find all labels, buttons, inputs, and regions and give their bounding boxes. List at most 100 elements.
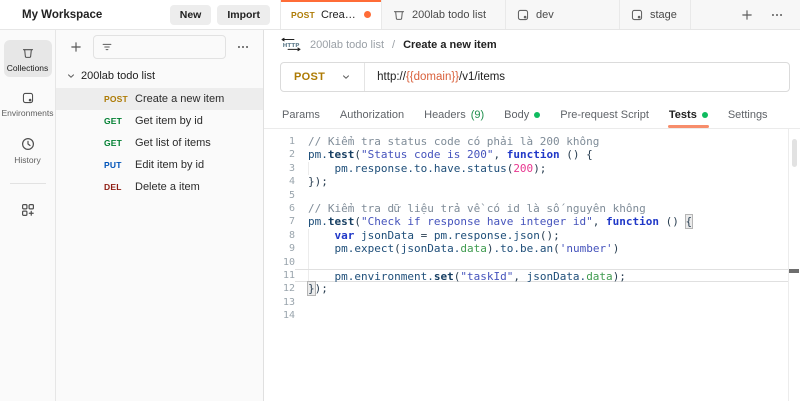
add-tab-button[interactable] — [736, 4, 758, 26]
breadcrumb-request-name[interactable]: Create a new item — [403, 39, 497, 51]
chevron-down-icon[interactable] — [66, 71, 76, 81]
url-text-segment: http:// — [377, 71, 406, 83]
chevron-down-icon — [341, 72, 351, 82]
code-line-9[interactable]: 9 pm.expect(jsonData.data).to.be.an('num… — [264, 242, 800, 256]
line-number: 12 — [282, 283, 295, 295]
scrollbar-thumb[interactable] — [792, 139, 797, 167]
request-tab-params[interactable]: Params — [272, 102, 330, 128]
tab-200lab-todo-list[interactable]: 200lab todo list — [382, 0, 506, 29]
line-number: 4 — [288, 176, 295, 188]
request-tab-label: Authorization — [339, 109, 405, 121]
indent-guide — [308, 242, 309, 256]
request-tab-label: Body — [504, 109, 530, 121]
line-number: 1 — [288, 136, 295, 147]
new-collection-button[interactable] — [66, 37, 86, 57]
code-line-6[interactable]: 6 // Kiểm tra dữ liệu trả về có id là số … — [264, 202, 800, 215]
tab-dev[interactable]: dev — [506, 0, 620, 29]
code-line-7[interactable]: 7 pm.test("Check if response have integer… — [264, 215, 800, 229]
request-item-get-item-by-id[interactable]: GET Get item by id — [56, 110, 263, 132]
request-method-label: DEL — [104, 182, 122, 192]
sidebar-rail: Collections Environments History — [0, 30, 56, 401]
import-button[interactable]: Import — [217, 4, 270, 25]
http-request-icon: HTTP — [280, 36, 302, 53]
tab-label: Create a new item — [320, 8, 357, 21]
code-line-8[interactable]: 8 var jsonData = pm.response.json(); — [264, 228, 800, 243]
code-line-3[interactable]: 3 pm.response.to.have.status(200); — [264, 161, 800, 176]
request-name: Delete a item — [135, 181, 200, 193]
rail-item-history[interactable]: History — [4, 130, 52, 169]
collection-name: 200lab todo list — [81, 70, 155, 82]
code-line-11[interactable]: 11 pm.environment.set("taskId", jsonData… — [264, 268, 800, 283]
code-line-14[interactable]: 14 — [264, 309, 800, 322]
code-line-4[interactable]: 4}); — [264, 175, 800, 188]
line-content: pm.test("Check if response have integer … — [308, 215, 693, 229]
url-row: POST http://{{domain}}/v1/items — [264, 59, 800, 102]
request-tab-body[interactable]: Body — [494, 102, 550, 128]
request-list: POST Create a new item GET Get item by id GE… — [56, 88, 263, 198]
method-select[interactable]: POST — [281, 63, 364, 91]
svg-text:HTTP: HTTP — [283, 43, 300, 49]
indent-guide — [308, 269, 309, 282]
filter-input[interactable] — [93, 35, 226, 59]
tab-label: 200lab todo list — [412, 8, 486, 21]
line-number: 14 — [282, 310, 295, 322]
request-tab-authorization[interactable]: Authorization — [330, 102, 414, 128]
code-line-10[interactable]: 10 — [264, 255, 800, 269]
rail-item-environments[interactable]: Environments — [2, 85, 53, 122]
postman-app: My Workspace New Import POST Create a new… — [0, 0, 800, 401]
code-line-12[interactable]: 12}); — [264, 282, 800, 296]
top-bar: My Workspace New Import POST Create a new… — [0, 0, 800, 30]
request-tab-tests[interactable]: Tests — [659, 102, 718, 128]
tab-stage[interactable]: stage — [620, 0, 691, 29]
tab-strip: POST Create a new item 200lab todo list dev… — [280, 0, 724, 29]
rail-item-more-panels[interactable] — [4, 196, 52, 222]
sidebar-options-button[interactable] — [233, 37, 253, 57]
code-line-13[interactable]: 13 — [264, 296, 800, 309]
request-tab-pre-request-script[interactable]: Pre-request Script — [550, 102, 659, 128]
tests-code-editor[interactable]: 1 // Kiểm tra status code có phải là 200 … — [264, 129, 800, 401]
environment-icon — [516, 8, 530, 22]
request-tab-settings[interactable]: Settings — [718, 102, 778, 128]
tab-label: dev — [536, 8, 554, 21]
request-name: Edit item by id — [135, 159, 205, 171]
request-item-create-a-new-item[interactable]: POST Create a new item — [56, 88, 263, 110]
sidebar-header — [56, 30, 263, 64]
breadcrumb-collection[interactable]: 200lab todo list — [310, 39, 384, 51]
code-line-5[interactable]: 5 — [264, 189, 800, 202]
rail-divider — [9, 183, 46, 184]
tab-tools — [724, 0, 800, 29]
request-tab-headers[interactable]: Headers (9) — [414, 102, 494, 128]
rail-item-collections[interactable]: Collections — [3, 40, 52, 77]
line-number: 11 — [282, 269, 295, 281]
url-input[interactable]: http://{{domain}}/v1/items — [365, 71, 789, 83]
tab-options-button[interactable] — [766, 4, 788, 26]
line-number: 13 — [282, 296, 295, 308]
code-line-1[interactable]: 1 // Kiểm tra status code có phải là 200 … — [264, 135, 800, 148]
request-name: Get list of items — [135, 137, 211, 149]
history-icon — [20, 136, 36, 152]
new-button[interactable]: New — [169, 4, 212, 25]
line-content — [295, 255, 788, 269]
unsaved-changes-dot — [364, 11, 371, 18]
indent-guide — [308, 161, 309, 176]
request-item-edit-item-by-id[interactable]: PUT Edit item by id — [56, 154, 263, 176]
indent-guide — [308, 255, 309, 269]
environment-icon — [630, 8, 644, 22]
request-method-label: GET — [104, 138, 123, 148]
collections-icon — [21, 46, 35, 60]
request-item-get-list-of-items[interactable]: GET Get list of items — [56, 132, 263, 154]
green-status-dot — [534, 112, 541, 118]
request-item-delete-a-item[interactable]: DEL Delete a item — [56, 176, 263, 198]
request-method-label: PUT — [104, 160, 122, 170]
code-line-2[interactable]: 2 pm.test("Status code is 200", function … — [264, 148, 800, 161]
line-content: // Kiểm tra dữ liệu trả về có id là số n… — [308, 201, 646, 215]
tab-create-a-new-item[interactable]: POST Create a new item — [281, 0, 382, 29]
line-number: 5 — [288, 189, 295, 201]
collections-sidebar: 200lab todo list POST Create a new item GE… — [56, 30, 264, 401]
workspace-name[interactable]: My Workspace — [22, 9, 102, 21]
editor-overview-ruler[interactable] — [788, 129, 800, 401]
line-number: 7 — [288, 216, 295, 228]
collection-row[interactable]: 200lab todo list — [56, 64, 263, 88]
line-content: }); — [308, 282, 328, 296]
request-method-label: POST — [104, 94, 128, 104]
